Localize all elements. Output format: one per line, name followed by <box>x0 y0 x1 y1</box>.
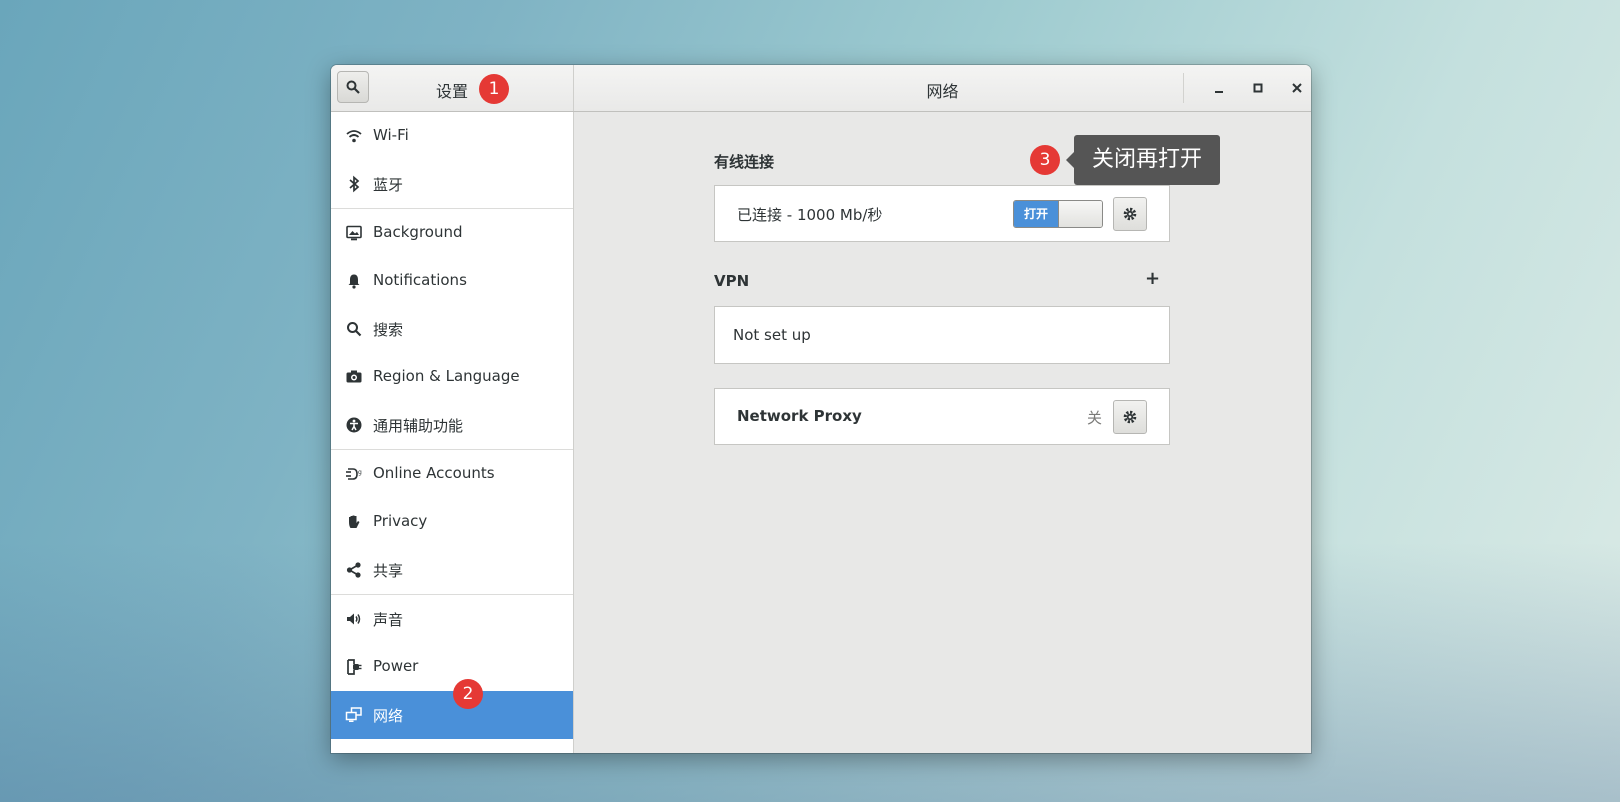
minimize-button[interactable] <box>1208 77 1230 99</box>
vpn-panel: Not set up <box>714 306 1170 364</box>
annotation-badge-3: 3 <box>1030 145 1060 175</box>
sidebar-item-background[interactable]: Background <box>331 209 573 257</box>
sidebar-item-label: 共享 <box>373 562 404 580</box>
sidebar-item-network[interactable]: 网络 <box>331 691 573 739</box>
sidebar-item-label: Background <box>373 223 463 241</box>
toggle-knob <box>1058 201 1102 227</box>
power-plug-icon <box>347 659 362 675</box>
sidebar-item-label: Region & Language <box>373 367 520 385</box>
vpn-section-title: VPN <box>714 272 750 290</box>
sidebar-item-label: Power <box>373 657 419 675</box>
sidebar-item-label: Notifications <box>373 271 467 289</box>
sidebar-item-label: Privacy <box>373 512 428 530</box>
sidebar-item-label: Online Accounts <box>373 464 495 482</box>
sidebar-item-label: 蓝牙 <box>373 176 404 194</box>
proxy-settings-button[interactable] <box>1113 400 1147 434</box>
network-icon <box>345 707 362 722</box>
annotation-tooltip: 关闭再打开 <box>1074 135 1220 185</box>
wired-status-text: 已连接 - 1000 Mb/秒 <box>737 206 883 224</box>
online-accounts-icon: g <box>346 468 362 480</box>
wired-section-title: 有线连接 <box>714 153 775 171</box>
sidebar-item-label: 搜索 <box>373 321 404 339</box>
bluetooth-icon <box>349 175 360 193</box>
network-proxy-label: Network Proxy <box>737 407 862 425</box>
sidebar-item-label: 通用辅助功能 <box>373 417 464 435</box>
wired-connection-panel: 已连接 - 1000 Mb/秒 打开 <box>714 185 1170 242</box>
sidebar-item-privacy[interactable]: Privacy <box>331 498 573 546</box>
sidebar-item-region-language[interactable]: Region & Language <box>331 353 573 401</box>
sidebar-item-search[interactable]: 搜索 <box>331 305 573 353</box>
camera-icon <box>346 370 362 383</box>
sidebar-item-label: 声音 <box>373 611 404 629</box>
wired-toggle-switch[interactable]: 打开 <box>1013 200 1103 228</box>
wifi-icon <box>346 130 362 143</box>
sidebar-title: 设置 <box>435 82 468 101</box>
page-title: 网络 <box>926 82 959 101</box>
sidebar-item-label: Wi-Fi <box>373 126 409 144</box>
titlebar: 设置 网络 <box>331 65 1311 112</box>
gear-icon <box>1123 207 1137 221</box>
annotation-badge-2: 2 <box>453 679 483 709</box>
network-proxy-status: 关 <box>1087 409 1103 427</box>
titlebar-divider <box>1183 73 1184 103</box>
speaker-icon <box>347 613 361 625</box>
hand-icon <box>349 515 360 528</box>
sidebar-item-power[interactable]: Power <box>331 643 573 691</box>
background-icon <box>346 225 362 241</box>
svg-text:g: g <box>358 469 362 476</box>
sidebar-item-sound[interactable]: 声音 <box>331 595 573 643</box>
close-icon <box>1292 83 1302 93</box>
sidebar-item-online-accounts[interactable]: g Online Accounts <box>331 450 573 498</box>
annotation-badge-1: 1 <box>479 74 509 104</box>
accessibility-icon <box>346 417 362 433</box>
sidebar: Wi-Fi 蓝牙 Background Notifications 搜索 Reg… <box>331 112 574 753</box>
sidebar-item-bluetooth[interactable]: 蓝牙 <box>331 160 573 208</box>
sidebar-item-accessibility[interactable]: 通用辅助功能 <box>331 401 573 449</box>
search-icon <box>347 322 362 337</box>
bell-icon <box>348 274 360 289</box>
maximize-button[interactable] <box>1247 77 1269 99</box>
titlebar-sidebar-section: 设置 <box>331 65 574 111</box>
sidebar-item-notifications[interactable]: Notifications <box>331 257 573 305</box>
toggle-on-label: 打开 <box>1014 201 1058 227</box>
sidebar-item-wifi[interactable]: Wi-Fi <box>331 112 573 160</box>
network-proxy-panel[interactable]: Network Proxy 关 <box>714 388 1170 445</box>
sidebar-item-label: 网络 <box>373 707 404 725</box>
share-icon <box>346 562 361 578</box>
maximize-icon <box>1253 83 1263 93</box>
sidebar-item-sharing[interactable]: 共享 <box>331 546 573 594</box>
close-button[interactable] <box>1286 77 1308 99</box>
minimize-icon <box>1215 91 1223 93</box>
add-vpn-button[interactable]: + <box>1145 268 1160 289</box>
gear-icon <box>1123 410 1137 424</box>
wired-settings-button[interactable] <box>1113 197 1147 231</box>
annotation-tooltip-arrow <box>1066 152 1074 168</box>
vpn-empty-text: Not set up <box>733 326 811 344</box>
